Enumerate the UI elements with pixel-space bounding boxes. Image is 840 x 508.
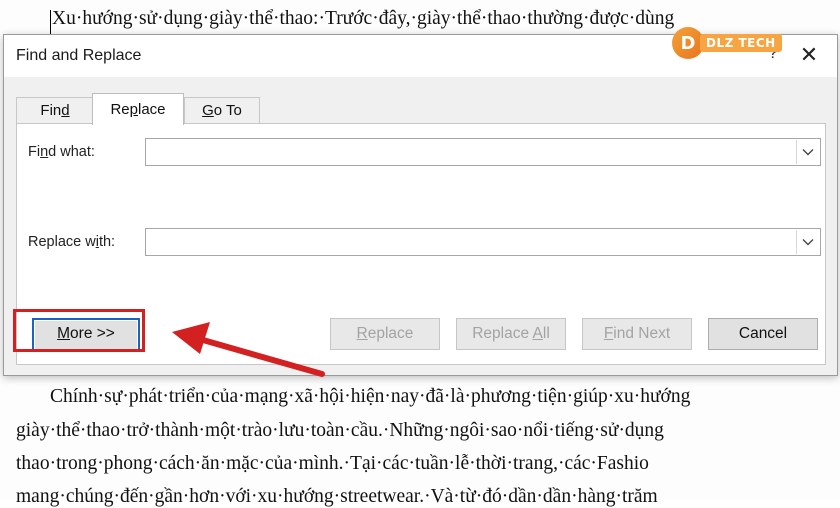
chevron-down-icon [802,239,814,246]
watermark-logo: D DLZ TECH [672,26,796,60]
replace-dropdown-button[interactable] [796,230,819,254]
replace-all-button[interactable]: Replace All [456,318,566,350]
document-line: giày·thể·thao·trở·thành·một·trào·lưu·toà… [16,420,664,441]
document-line: Chính·sự·phát·triển·của·mạng·xã·hội·hiện… [50,386,691,407]
find-dropdown-button[interactable] [796,140,819,164]
close-button[interactable]: ✕ [795,41,823,69]
replace-with-input[interactable] [146,229,798,253]
document-line: Xu·hướng·sử·dụng·giày·thể·thao:·Trước·đâ… [52,8,675,29]
close-icon: ✕ [799,42,819,67]
dialog-title: Find and Replace [16,47,142,64]
tab-go-to[interactable]: Go To [184,97,260,124]
find-next-button[interactable]: Find Next [582,318,692,350]
find-what-label: Find what: [28,144,95,160]
tab-replace[interactable]: Replace [92,93,184,125]
chevron-down-icon [802,149,814,156]
logo-text: DLZ TECH [700,34,782,52]
document-line: mang·chúng·đến·gần·hơn·với·xu·hướng·stre… [16,486,658,507]
find-what-input[interactable] [146,139,798,163]
highlight-box [13,309,145,352]
replace-with-label: Replace with: [28,234,116,250]
red-arrow-icon [172,322,325,377]
replace-button[interactable]: Replace [330,318,440,350]
cancel-button[interactable]: Cancel [708,318,818,350]
find-what-combobox[interactable] [145,138,821,166]
replace-with-combobox[interactable] [145,228,821,256]
text-caret [50,10,51,34]
document-line: thao·trong·phong·cách·ăn·mặc·của·mình.·T… [16,453,649,474]
tab-find[interactable]: Find [16,97,94,124]
